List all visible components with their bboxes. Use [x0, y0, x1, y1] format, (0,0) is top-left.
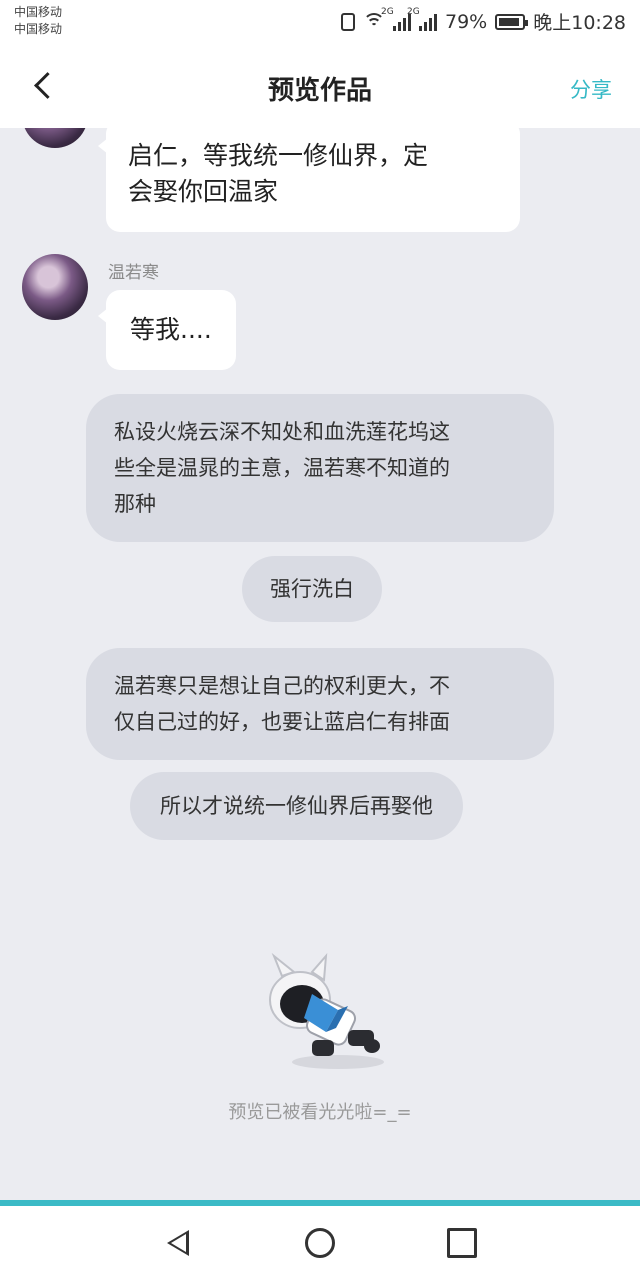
system-back-icon[interactable]: [163, 1228, 193, 1258]
chat-area[interactable]: 启仁，等我统一修仙界，定 会娶你回温家 温若寒 等我.... 私设火烧云深不知处…: [0, 128, 640, 1200]
character-avatar[interactable]: [22, 128, 88, 148]
character-avatar[interactable]: [22, 254, 88, 320]
status-bar: 中国移动 中国移动 2G 2G 79% 晚上10:28: [0, 0, 640, 44]
narration-bubble: 温若寒只是想让自己的权利更大，不 仅自己过的好，也要让蓝启仁有排面: [86, 648, 554, 760]
share-button[interactable]: 分享: [570, 74, 612, 104]
character-message-bubble: 等我....: [98, 290, 236, 370]
signal-tag-2: 2G: [407, 6, 420, 17]
narration-line: 仅自己过的好，也要让蓝启仁有排面: [114, 710, 450, 734]
character-message-bubble: 启仁，等我统一修仙界，定 会娶你回温家: [98, 128, 520, 232]
message-text: 等我....: [130, 315, 212, 344]
message-line-2: 会娶你回温家: [128, 177, 279, 206]
narration-text: 所以才说统一修仙界后再娶他: [160, 794, 433, 818]
narration-bubble: 私设火烧云深不知处和血洗莲花坞这 些全是温晁的主意，温若寒不知道的 那种: [86, 394, 554, 542]
mascot-illustration: [269, 952, 384, 1069]
narration-line: 些全是温晁的主意，温若寒不知道的: [114, 456, 450, 480]
nav-header: 预览作品 分享: [0, 44, 640, 128]
system-recents-icon[interactable]: [447, 1228, 477, 1258]
narration-bubble: 强行洗白: [242, 556, 382, 622]
status-icons: 2G 2G 79% 晚上10:28: [341, 6, 626, 35]
carrier-info: 中国移动 中国移动: [14, 4, 62, 38]
preview-end-notice: 预览已被看光光啦=_=: [228, 1102, 412, 1123]
carrier-1: 中国移动: [14, 5, 63, 19]
signal-tag-1: 2G: [381, 6, 394, 17]
signal-icon-2: 2G: [407, 7, 437, 31]
carrier-2: 中国移动: [14, 22, 63, 36]
system-navigation-bar: [0, 1206, 640, 1280]
vibrate-icon: [341, 12, 355, 31]
narration-line: 温若寒只是想让自己的权利更大，不: [114, 674, 450, 698]
narration-line: 那种: [114, 492, 156, 516]
clock: 晚上10:28: [533, 12, 626, 34]
narration-text: 强行洗白: [270, 577, 354, 601]
battery-percent: 79%: [445, 10, 488, 33]
system-home-icon[interactable]: [305, 1228, 335, 1258]
message-line-1: 启仁，等我统一修仙界，定: [128, 141, 429, 170]
narration-line: 私设火烧云深不知处和血洗莲花坞这: [114, 420, 450, 444]
narration-bubble: 所以才说统一修仙界后再娶他: [130, 772, 463, 840]
sender-name: 温若寒: [108, 263, 159, 283]
battery-icon: [495, 13, 529, 30]
page-title: 预览作品: [267, 76, 372, 106]
